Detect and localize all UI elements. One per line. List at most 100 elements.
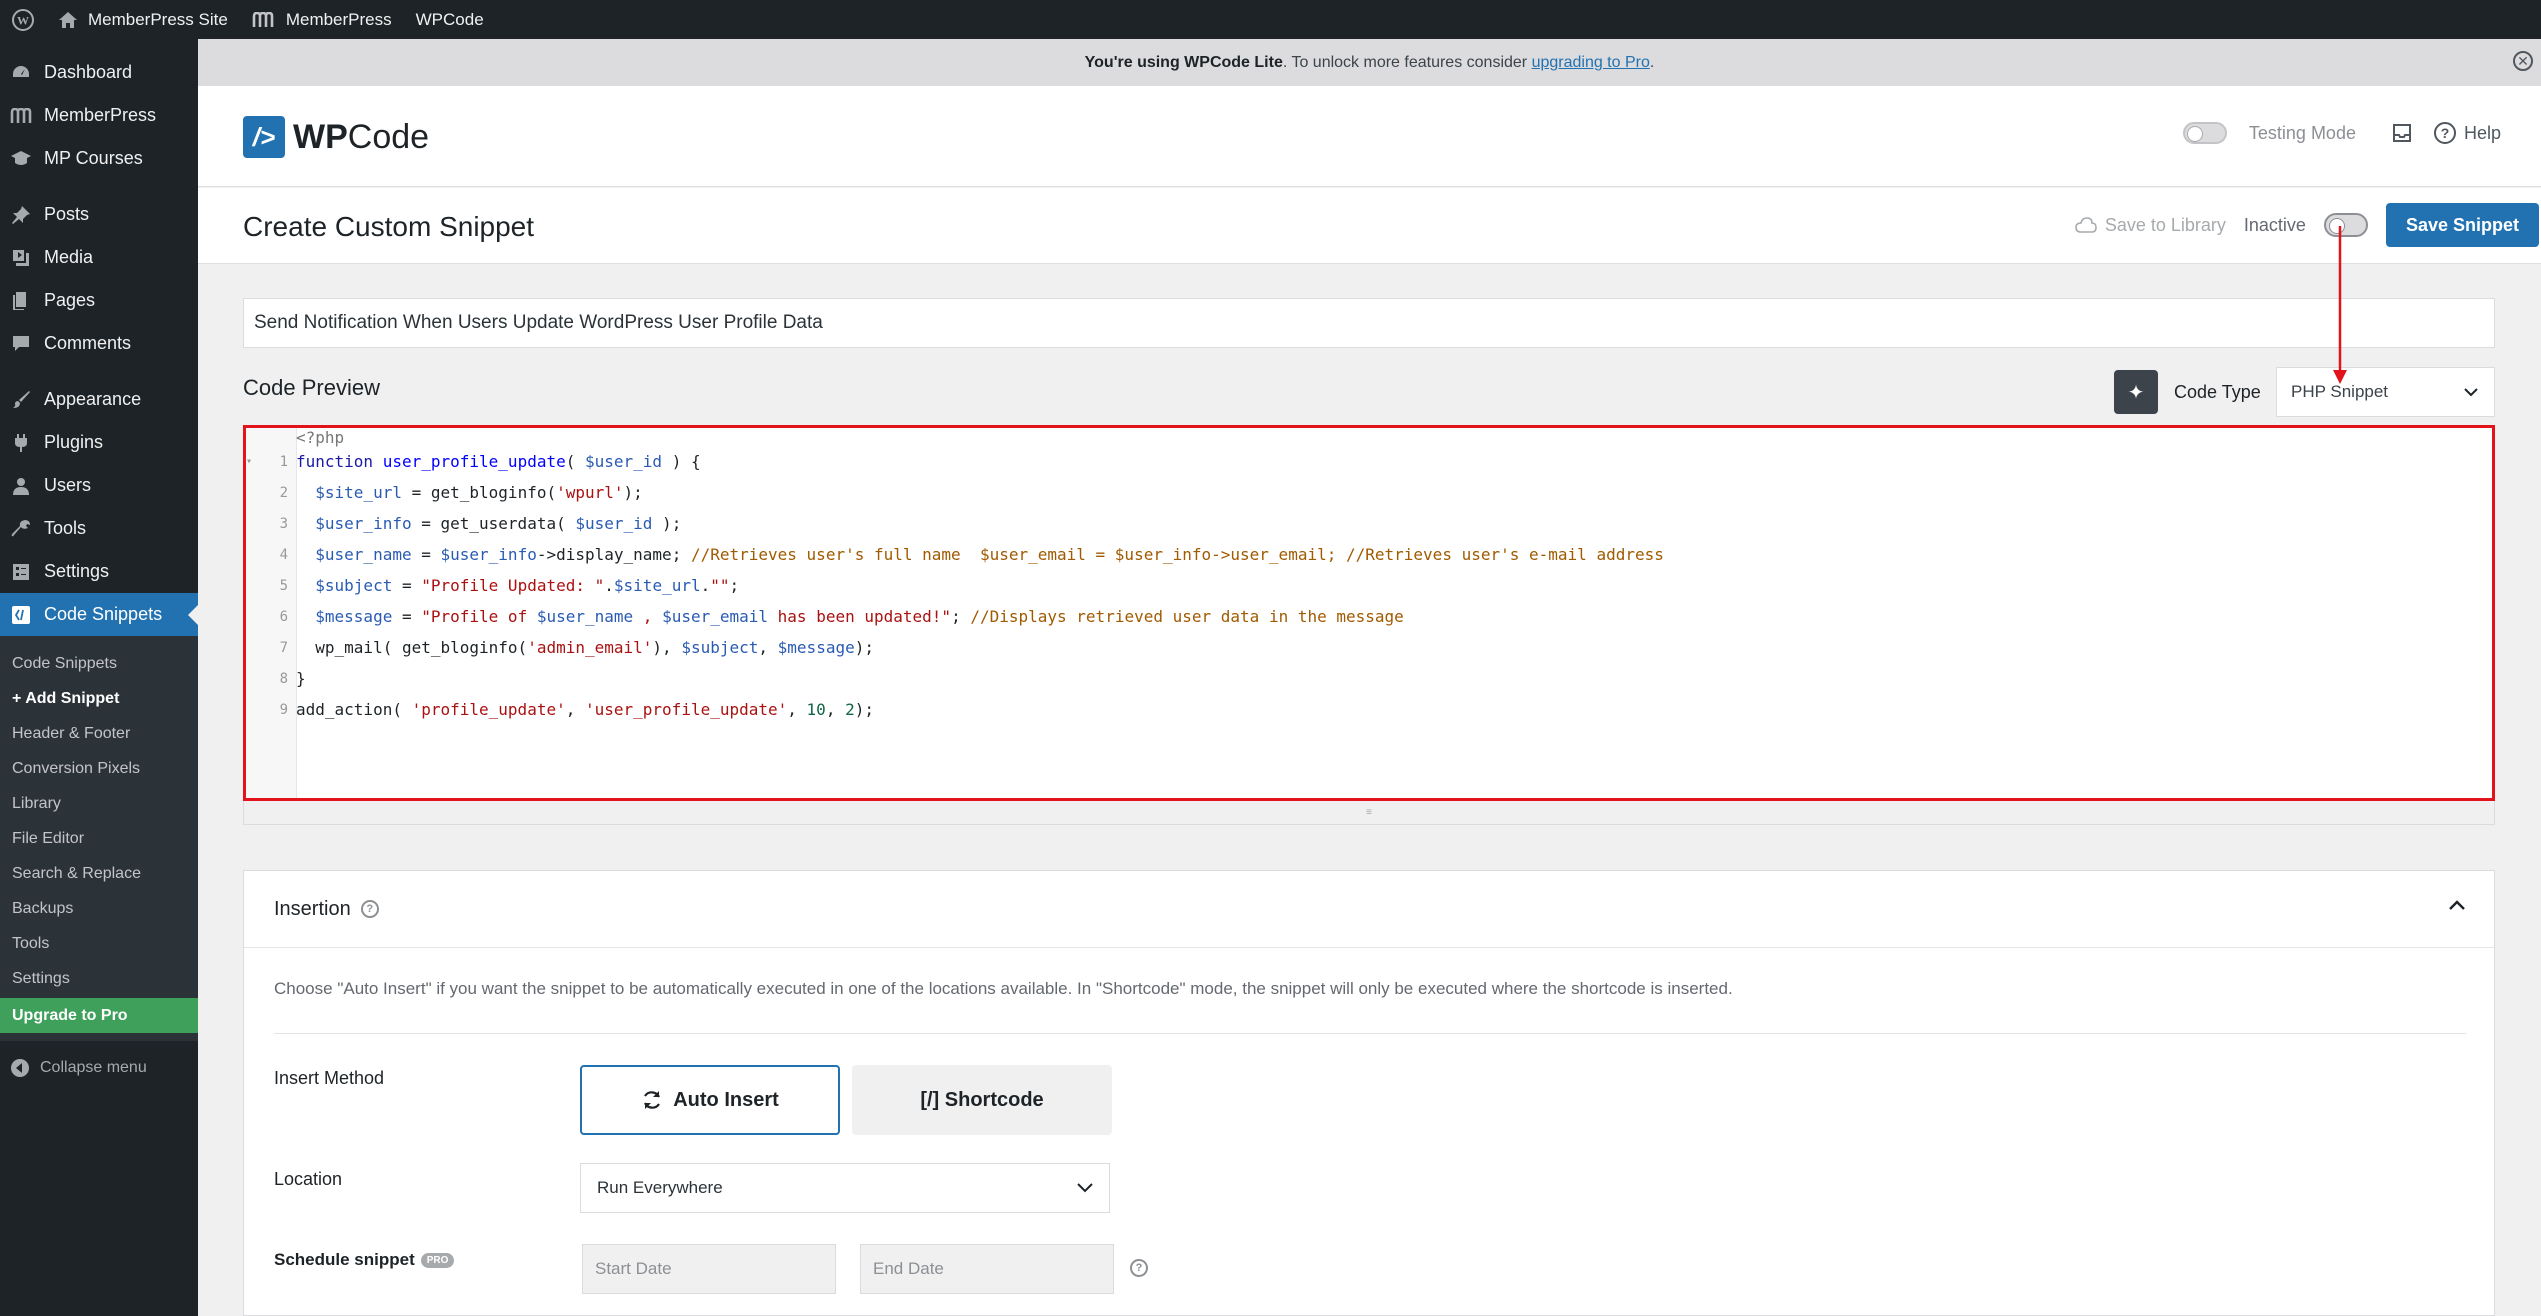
users-icon <box>10 475 32 497</box>
chevron-down-icon <box>1077 1183 1093 1193</box>
insertion-header[interactable]: Insertion ? <box>244 871 2494 948</box>
code-token: $user_name <box>536 607 634 626</box>
wpcode-logo: /> WPCode <box>243 116 429 158</box>
site-name-link[interactable]: MemberPress Site <box>46 0 240 39</box>
schedule-snippet-label: Schedule snippet PRO <box>274 1249 455 1270</box>
fold-icon[interactable]: ▾ <box>246 456 256 467</box>
notice-suffix: . <box>1649 53 1655 71</box>
line-number: 2 <box>279 484 288 501</box>
sidebar-item-users[interactable]: Users <box>0 464 198 507</box>
shortcode-button[interactable]: [/] Shortcode <box>852 1065 1112 1135</box>
help-button[interactable]: ? Help <box>2433 122 2501 144</box>
divider <box>274 1033 2466 1034</box>
code-snippets-icon <box>10 604 32 626</box>
testing-mode-toggle[interactable] <box>2182 122 2227 144</box>
sidebar-item-media[interactable]: Media <box>0 236 198 279</box>
code-token: "" <box>710 576 730 595</box>
code-token: . <box>700 576 711 595</box>
code-token: add_action( <box>296 700 412 719</box>
location-select[interactable]: Run Everywhere <box>580 1163 1110 1213</box>
sidebar-item-settings[interactable]: Settings <box>0 550 198 593</box>
submenu-library[interactable]: Library <box>0 786 198 821</box>
sidebar-item-comments[interactable]: Comments <box>0 322 198 365</box>
home-icon <box>59 11 77 28</box>
collapse-menu-button[interactable]: Collapse menu <box>0 1045 198 1091</box>
auto-insert-button[interactable]: Auto Insert <box>580 1065 840 1135</box>
wpcode-link[interactable]: WPCode <box>404 0 496 39</box>
location-value: Run Everywhere <box>597 1178 723 1197</box>
help-icon[interactable]: ? <box>360 900 379 918</box>
comments-icon <box>10 333 32 355</box>
sidebar-item-mp-courses[interactable]: MP Courses <box>0 137 198 180</box>
code-line: ▾ 1 function user_profile_update( $user_id… <box>246 446 2492 477</box>
upgrade-link[interactable]: upgrading to Pro <box>1532 54 1650 71</box>
sidebar-item-label: Settings <box>44 561 110 581</box>
wordpress-logo[interactable]: W <box>0 0 46 39</box>
submenu-backups[interactable]: Backups <box>0 891 198 926</box>
code-token: ; <box>951 607 971 626</box>
submenu-file-editor[interactable]: File Editor <box>0 821 198 856</box>
code-token: ) { <box>662 452 701 471</box>
chevron-up-icon[interactable] <box>2448 899 2466 911</box>
snippet-active-toggle[interactable] <box>2323 213 2368 237</box>
memberpress-icon <box>252 11 274 27</box>
logo-bold: WP <box>293 117 348 156</box>
insertion-heading: Insertion <box>274 897 351 920</box>
sidebar-item-dashboard[interactable]: Dashboard <box>0 51 198 94</box>
code-token: ), <box>652 638 682 657</box>
submenu-header-footer[interactable]: Header & Footer <box>0 716 198 751</box>
code-token: $user_email <box>662 607 769 626</box>
submenu-conversion-pixels[interactable]: Conversion Pixels <box>0 751 198 786</box>
wpcode-label: WPCode <box>415 9 484 29</box>
code-token: $subject <box>681 638 759 657</box>
sparkle-icon: ✦ <box>2127 381 2145 404</box>
code-editor[interactable]: <?php ▾ 1 function user_profile_update( $u… <box>243 425 2495 801</box>
title-actions: Save to Library Inactive Save Snippet <box>2075 203 2539 247</box>
sidebar-item-memberpress[interactable]: MemberPress <box>0 94 198 137</box>
submenu-settings[interactable]: Settings <box>0 961 198 996</box>
submenu-code-snippets[interactable]: Code Snippets <box>0 646 198 681</box>
save-snippet-button[interactable]: Save Snippet <box>2385 203 2539 247</box>
code-token: . <box>604 576 614 595</box>
sidebar-item-appearance[interactable]: Appearance <box>0 378 198 421</box>
code-line: 4 $user_name = $user_info->display_name;… <box>246 539 2492 570</box>
submenu-tools[interactable]: Tools <box>0 926 198 961</box>
php-open-tag: <?php <box>296 427 345 447</box>
sidebar-item-posts[interactable]: Posts <box>0 193 198 236</box>
submenu-upgrade-to-pro[interactable]: Upgrade to Pro <box>0 998 198 1033</box>
snippet-title-input[interactable]: Send Notification When Users Update Word… <box>243 298 2495 348</box>
close-icon[interactable]: ✕ <box>2513 51 2533 71</box>
memberpress-link[interactable]: MemberPress <box>240 0 404 39</box>
code-text: $user_info = get_userdata( $user_id ); <box>290 514 681 533</box>
code-token: = <box>392 607 422 626</box>
sidebar-item-tools[interactable]: Tools <box>0 507 198 550</box>
sidebar-item-pages[interactable]: Pages <box>0 279 198 322</box>
code-token: function <box>296 452 383 471</box>
wrench-icon <box>10 518 32 540</box>
code-token: 2 <box>845 700 855 719</box>
end-date-input[interactable]: End Date <box>860 1244 1114 1294</box>
line-number: 4 <box>279 546 288 563</box>
help-icon[interactable]: ? <box>1130 1259 1148 1277</box>
sidebar-item-plugins[interactable]: Plugins <box>0 421 198 464</box>
submenu-search-replace[interactable]: Search & Replace <box>0 856 198 891</box>
notifications-inbox-icon[interactable] <box>2392 123 2412 143</box>
submenu-add-snippet[interactable]: + Add Snippet <box>0 681 198 716</box>
code-token: = get_bloginfo( <box>401 483 557 502</box>
code-token: } <box>296 669 306 688</box>
editor-resize-handle[interactable]: ≡ <box>243 801 2495 825</box>
grip-icon: ≡ <box>1366 807 1372 818</box>
code-token: wp_mail( get_bloginfo( <box>296 638 528 657</box>
code-token: = <box>411 545 441 564</box>
auto-insert-label: Auto Insert <box>673 1088 779 1111</box>
start-date-input[interactable]: Start Date <box>582 1244 836 1294</box>
line-number: 6 <box>279 608 288 625</box>
code-token: 10 <box>806 700 826 719</box>
save-to-library-button[interactable]: Save to Library <box>2075 215 2226 236</box>
code-type-value: PHP Snippet <box>2291 382 2389 401</box>
ai-generate-button[interactable]: ✦ <box>2114 370 2158 414</box>
sidebar-item-code-snippets[interactable]: Code Snippets <box>0 593 198 636</box>
code-type-select[interactable]: PHP Snippet <box>2276 367 2495 417</box>
